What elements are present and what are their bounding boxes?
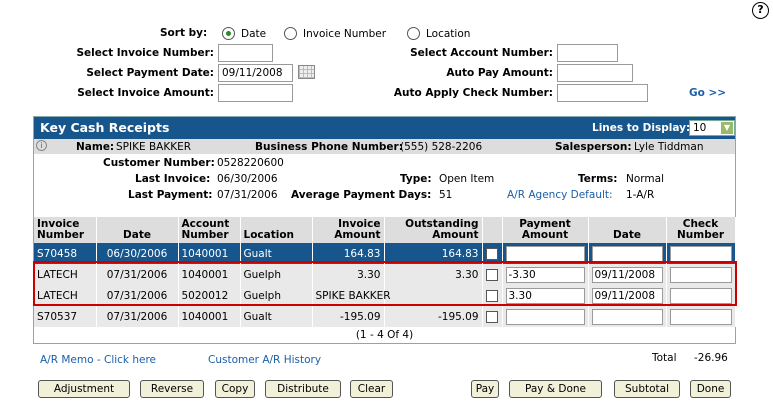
lines-to-display-value: 10	[693, 122, 707, 134]
customer-number: 0528220600	[217, 157, 284, 169]
last-payment-label: Last Payment:	[128, 189, 213, 201]
customer-number-label: Customer Number:	[103, 157, 215, 169]
check-number-input[interactable]	[669, 245, 732, 262]
subtotal-button[interactable]: Subtotal	[614, 380, 680, 398]
distribute-button[interactable]: Distribute	[265, 380, 341, 398]
lines-to-display-label: Lines to Display:	[592, 122, 691, 134]
col-outstanding-amount: Outstanding Amount	[384, 217, 483, 243]
payment-date-label: Select Payment Date:	[86, 67, 214, 79]
sort-by-label: Sort by:	[160, 27, 208, 39]
customer-name: SPIKE BAKKER	[116, 141, 192, 153]
col-invoice-number: Invoice Number	[34, 217, 97, 243]
total-label: Total	[652, 352, 677, 364]
auto-apply-label: Auto Apply Check Number:	[393, 87, 553, 99]
go-link[interactable]: Go >>	[689, 87, 726, 99]
cell-location: Gualt	[240, 306, 313, 327]
avg-days-value: 51	[439, 189, 453, 201]
highlight-box	[33, 261, 737, 306]
adjustment-button[interactable]: Adjustment	[38, 380, 130, 398]
terms-value: Normal	[626, 173, 664, 185]
sort-date-label: Date	[241, 28, 267, 40]
phone-label: Business Phone Number:	[255, 141, 403, 153]
invoice-number-input[interactable]	[218, 44, 273, 62]
sort-invoice-radio[interactable]	[284, 27, 297, 40]
last-invoice: 06/30/2006	[217, 173, 278, 185]
done-button[interactable]: Done	[690, 380, 731, 398]
cell-account: 1040001	[178, 306, 241, 327]
ar-memo-link[interactable]: A/R Memo - Click here	[40, 354, 156, 366]
cell-amount: -195.09	[312, 306, 385, 327]
copy-button[interactable]: Copy	[215, 380, 255, 398]
filter-area: Sort by: Date Invoice Number Location Se…	[0, 0, 773, 110]
auto-pay-input[interactable]	[557, 64, 633, 82]
payment-date-input[interactable]: 09/11/2008	[218, 64, 293, 82]
cell-invoice: S70537	[34, 306, 97, 327]
agency-default-value: 1-A/R	[626, 189, 655, 201]
info-icon: i	[36, 140, 47, 151]
type-label: Type:	[400, 173, 432, 185]
salesperson-value: Lyle Tiddman	[634, 141, 704, 153]
clear-button[interactable]: Clear	[350, 380, 393, 398]
col-account-number: Account Number	[178, 217, 241, 243]
col-check-number: Check Number	[666, 217, 736, 243]
sort-location-radio[interactable]	[407, 27, 420, 40]
row-checkbox[interactable]	[486, 247, 498, 260]
agency-default-link[interactable]: A/R Agency Default:	[507, 189, 613, 201]
auto-pay-label: Auto Pay Amount:	[446, 67, 553, 79]
sort-date-radio[interactable]	[222, 27, 235, 40]
account-number-input[interactable]	[557, 44, 618, 62]
pay-and-done-button[interactable]: Pay & Done	[509, 380, 602, 398]
table-row[interactable]: S70537 07/31/2006 1040001 Gualt -195.09 …	[34, 306, 736, 327]
phone-value: (555) 528-2206	[400, 141, 483, 153]
lines-to-display-select[interactable]: 10 ▼	[689, 120, 735, 136]
sort-location-label: Location	[426, 28, 471, 40]
total-value: -26.96	[694, 352, 728, 364]
terms-label: Terms:	[578, 173, 618, 185]
key-cash-receipts-panel: Key Cash Receipts Lines to Display: 10 ▼…	[33, 116, 736, 344]
check-number-input[interactable]	[669, 308, 732, 325]
panel-header: Key Cash Receipts Lines to Display: 10 ▼	[34, 117, 735, 139]
col-location: Location	[240, 217, 313, 243]
customer-name-label: Name:	[76, 141, 115, 153]
avg-days-label: Average Payment Days:	[291, 189, 432, 201]
type-value: Open Item	[439, 173, 495, 185]
col-select	[482, 217, 503, 243]
invoice-amount-input[interactable]	[218, 84, 293, 102]
col-payment-date: Date	[588, 217, 667, 243]
auto-apply-input[interactable]	[557, 84, 648, 102]
sort-invoice-label: Invoice Number	[303, 28, 387, 40]
calendar-icon[interactable]	[298, 65, 315, 79]
pager: (1 - 4 Of 4)	[355, 329, 414, 341]
cell-date: 07/31/2006	[96, 306, 179, 327]
salesperson-label: Salesperson:	[555, 141, 632, 153]
col-invoice-amount: Invoice Amount	[312, 217, 385, 243]
account-number-label: Select Account Number:	[410, 47, 553, 59]
customer-info: i Name: SPIKE BAKKER Business Phone Numb…	[34, 139, 735, 217]
col-date: Date	[96, 217, 179, 243]
col-payment-amount: Payment Amount	[502, 217, 589, 243]
payment-date-input[interactable]	[591, 308, 663, 325]
row-checkbox[interactable]	[486, 310, 498, 323]
cell-outstanding: -195.09	[384, 306, 483, 327]
chevron-down-icon: ▼	[721, 122, 733, 134]
table-header-row: Invoice Number Date Account Number Locat…	[34, 217, 736, 243]
payment-amount-input[interactable]	[505, 245, 585, 262]
invoice-amount-label: Select Invoice Amount:	[77, 87, 214, 99]
last-invoice-label: Last Invoice:	[135, 173, 211, 185]
last-payment: 07/31/2006	[217, 189, 278, 201]
reverse-button[interactable]: Reverse	[140, 380, 204, 398]
invoice-number-label: Select Invoice Number:	[76, 47, 214, 59]
pay-button[interactable]: Pay	[471, 380, 499, 398]
payment-amount-input[interactable]	[505, 308, 585, 325]
payment-date-input[interactable]	[591, 245, 663, 262]
panel-title: Key Cash Receipts	[40, 120, 170, 135]
customer-ar-history-link[interactable]: Customer A/R History	[208, 354, 321, 366]
